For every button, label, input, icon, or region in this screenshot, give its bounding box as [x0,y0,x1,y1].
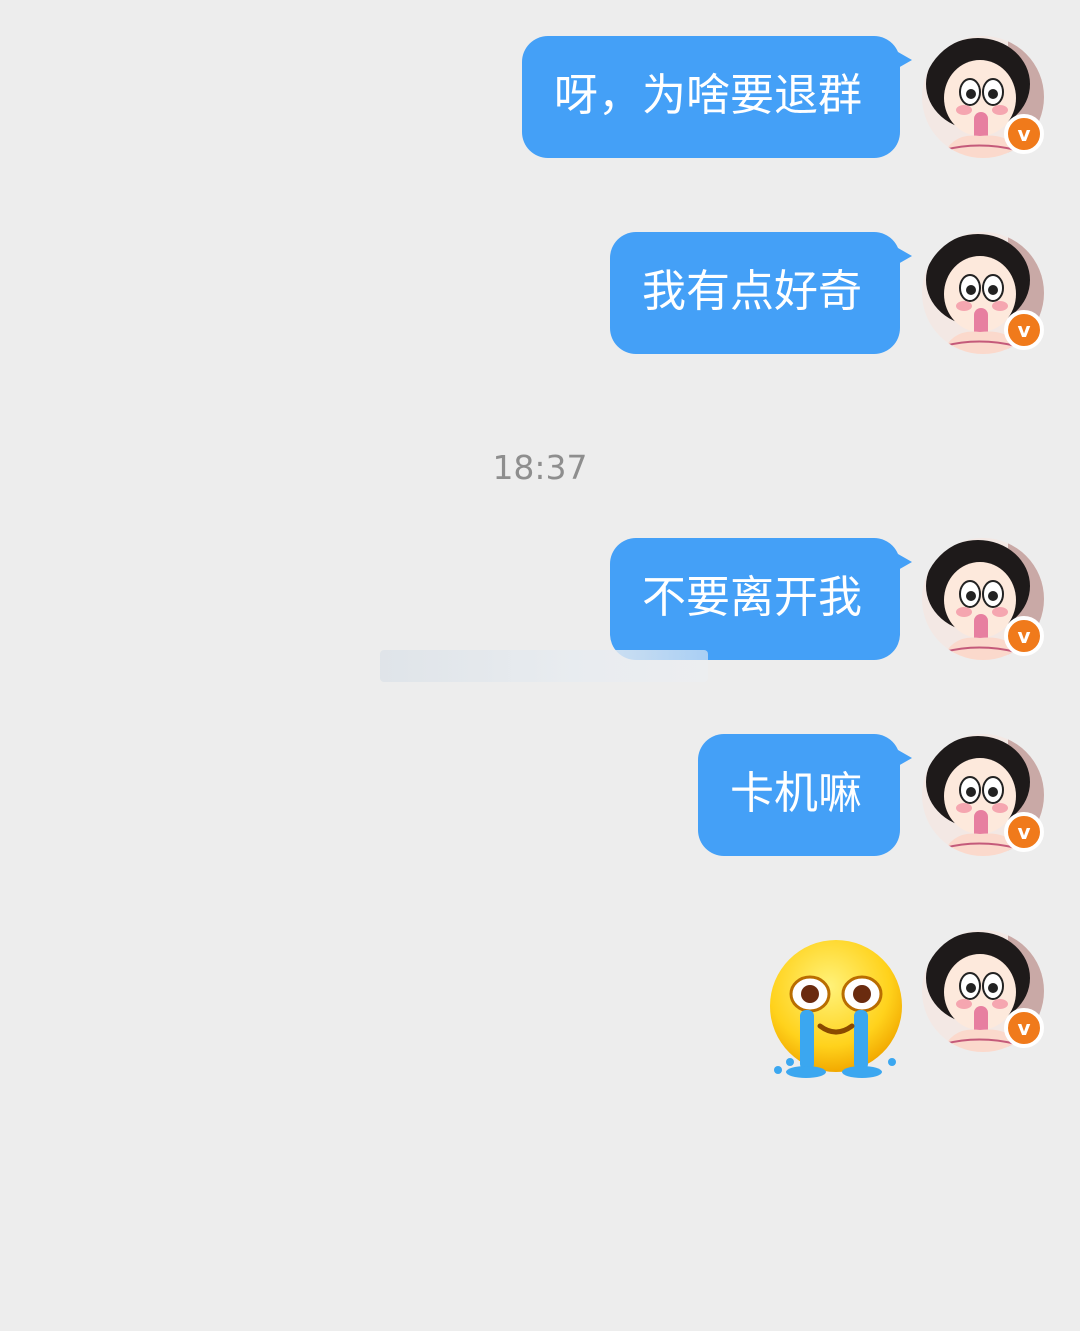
message-text: 我有点好奇 [642,266,862,317]
bubble-tail [898,52,912,68]
message-row: v [764,930,1044,1088]
message-bubble[interactable]: 卡机嘛 [698,734,912,856]
message-text: 呀，为啥要退群 [554,70,862,121]
message-bubble[interactable]: 呀，为啥要退群 [522,36,912,158]
bubble-tail [898,554,912,570]
message-row: 我有点好奇 v [610,232,1044,354]
avatar[interactable]: v [922,36,1044,158]
bubble-tail [898,248,912,264]
avatar[interactable]: v [922,232,1044,354]
bubble-tail [898,750,912,766]
message-text: 卡机嘛 [730,768,862,819]
avatar[interactable]: v [922,734,1044,856]
verified-badge-icon: v [1004,616,1044,656]
message-row: 呀，为啥要退群 v [522,36,1044,158]
chat-area[interactable]: 呀，为啥要退群 v 我有点好奇 v 18:37 不要离开我 v 卡机嘛 v v [0,0,1080,1331]
message-row: 卡机嘛 v [698,734,1044,856]
emoji-message[interactable] [764,936,904,1088]
message-bubble[interactable]: 我有点好奇 [610,232,912,354]
avatar[interactable]: v [922,538,1044,660]
message-bubble[interactable]: 不要离开我 [610,538,912,660]
verified-badge-icon: v [1004,812,1044,852]
verified-badge-icon: v [1004,310,1044,350]
message-timestamp: 18:37 [492,448,588,487]
crying-face-emoji-icon [770,940,902,1078]
message-text: 不要离开我 [642,572,862,623]
message-row: 不要离开我 v [610,538,1044,660]
avatar[interactable]: v [922,930,1044,1052]
verified-badge-icon: v [1004,1008,1044,1048]
verified-badge-icon: v [1004,114,1044,154]
blurred-overlay [380,650,708,682]
